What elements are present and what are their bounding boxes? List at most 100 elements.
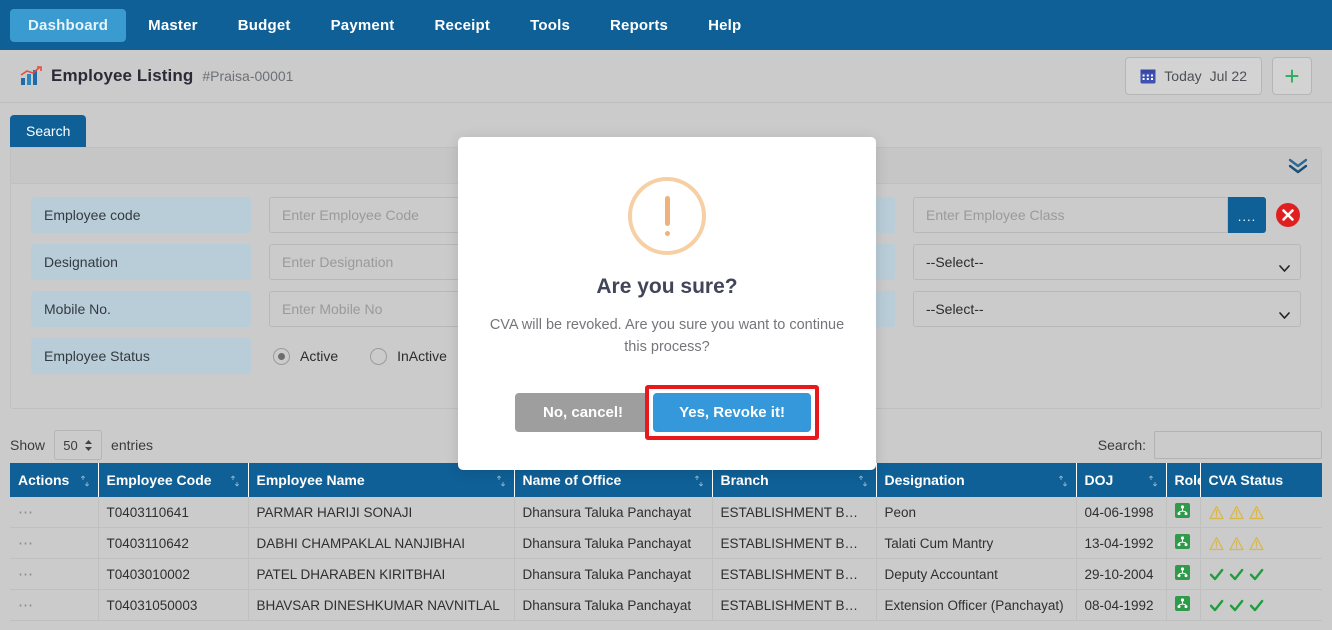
table-row[interactable]: ⋯ T04031050003 BHAVSAR DINESHKUMAR NAVNITL… xyxy=(10,589,1322,621)
cell-designation: Deputy Accountant xyxy=(876,558,1077,590)
label-employee-status: Employee Status xyxy=(31,338,251,374)
label-employee-code: Employee code xyxy=(31,197,251,233)
tab-search[interactable]: Search xyxy=(10,115,87,147)
check-icon xyxy=(1229,567,1244,582)
today-label: Today xyxy=(1164,68,1202,84)
role-badge-icon xyxy=(1174,596,1190,611)
nav-item-master[interactable]: Master xyxy=(130,9,216,42)
column-label-employee-name: Employee Name xyxy=(256,472,365,488)
nav-item-dashboard[interactable]: Dashboard xyxy=(10,8,127,42)
sort-arrows-icon xyxy=(858,474,868,487)
entries-label: entries xyxy=(111,437,154,453)
chevron-double-down-icon[interactable] xyxy=(1287,158,1309,174)
nav-item-reports[interactable]: Reports xyxy=(592,9,686,42)
select-filter-one[interactable]: --Select-- xyxy=(913,244,1301,280)
cva-status-icons xyxy=(1209,598,1315,613)
column-header-cva-status[interactable]: CVA Status xyxy=(1200,463,1322,497)
cell-actions[interactable]: ⋯ xyxy=(10,558,99,590)
spacer-cell-b xyxy=(913,338,1301,374)
label-mobile-no: Mobile No. xyxy=(31,291,251,327)
radio-inactive[interactable] xyxy=(370,347,388,365)
cell-name-of-office: Dhansura Taluka Panchayat xyxy=(514,497,713,528)
warning-icon xyxy=(1228,536,1244,551)
nav-item-budget[interactable]: Budget xyxy=(220,9,309,42)
top-navigation-bar: Dashboard Master Budget Payment Receipt … xyxy=(0,0,1332,50)
radio-active[interactable] xyxy=(273,347,290,365)
cell-employee-name: PATEL DHARABEN KIRITBHAI xyxy=(248,558,515,590)
header-actions: Today Jul 22 + xyxy=(1125,57,1312,95)
sort-arrows-icon xyxy=(230,474,240,487)
up-down-arrows-icon xyxy=(84,439,93,452)
column-label-actions: Actions xyxy=(18,472,70,488)
employee-table-body: ⋯ T0403110641 PARMAR HARIJI SONAJI Dhansura… xyxy=(10,497,1322,621)
check-icon xyxy=(1229,598,1244,613)
add-new-button[interactable]: + xyxy=(1272,57,1312,95)
column-header-doj[interactable]: DOJ xyxy=(1076,463,1167,497)
column-header-employee-code[interactable]: Employee Code xyxy=(98,463,249,497)
employee-class-lookup-button[interactable]: .... xyxy=(1228,197,1266,233)
cell-cva-status xyxy=(1200,527,1322,559)
warning-icon xyxy=(1248,536,1264,551)
no-cancel-button[interactable]: No, cancel! xyxy=(515,392,652,432)
cell-cva-status xyxy=(1200,589,1322,621)
table-row[interactable]: ⋯ T0403010002 PATEL DHARABEN KIRITBHAI Dhan… xyxy=(10,558,1322,590)
table-search-wrapper: Search: xyxy=(1098,431,1322,459)
role-badge-icon xyxy=(1174,503,1190,518)
cell-employee-name: PARMAR HARIJI SONAJI xyxy=(248,497,515,528)
column-label-cva-status: CVA Status xyxy=(1208,472,1284,488)
today-date-button[interactable]: Today Jul 22 xyxy=(1125,57,1262,95)
cell-actions[interactable]: ⋯ xyxy=(10,497,99,528)
cell-name-of-office: Dhansura Taluka Panchayat xyxy=(514,527,713,559)
column-header-role[interactable]: Role xyxy=(1166,463,1205,497)
warning-icon xyxy=(1208,536,1224,551)
cell-branch: ESTABLISHMENT BRANCH xyxy=(712,589,877,621)
cell-designation: Peon xyxy=(876,497,1077,528)
role-badge-icon xyxy=(1174,565,1190,580)
check-icon xyxy=(1249,598,1264,613)
nav-item-help[interactable]: Help xyxy=(690,9,759,42)
cell-doj: 04-06-1998 xyxy=(1076,497,1167,528)
sort-arrows-icon xyxy=(1148,474,1158,487)
column-header-designation[interactable]: Designation xyxy=(876,463,1077,497)
cell-branch: ESTABLISHMENT BRANCH xyxy=(712,527,877,559)
cell-actions[interactable]: ⋯ xyxy=(10,589,99,621)
sort-arrows-icon xyxy=(496,474,506,487)
cell-name-of-office: Dhansura Taluka Panchayat xyxy=(514,589,713,621)
column-header-actions[interactable]: Actions xyxy=(10,463,99,497)
column-label-employee-code: Employee Code xyxy=(106,472,212,488)
role-badge-icon xyxy=(1174,534,1190,549)
page-title: Employee Listing xyxy=(51,66,194,85)
nav-item-payment[interactable]: Payment xyxy=(313,9,413,42)
dialog-title: Are you sure? xyxy=(596,275,738,298)
cell-doj: 29-10-2004 xyxy=(1076,558,1167,590)
cell-actions[interactable]: ⋯ xyxy=(10,527,99,559)
table-search-input[interactable] xyxy=(1154,431,1322,459)
confirm-button-highlight: Yes, Revoke it! xyxy=(645,384,819,440)
cell-cva-status xyxy=(1200,497,1322,528)
table-row[interactable]: ⋯ T0403110641 PARMAR HARIJI SONAJI Dhansura… xyxy=(10,497,1322,528)
cell-employee-name: DABHI CHAMPAKLAL NANJIBHAI xyxy=(248,527,515,559)
column-label-branch: Branch xyxy=(720,472,769,488)
nav-item-tools[interactable]: Tools xyxy=(512,9,588,42)
cell-role xyxy=(1166,589,1201,621)
table-search-label: Search: xyxy=(1097,437,1146,453)
clear-filters-icon[interactable] xyxy=(1275,202,1301,228)
cell-employee-name: BHAVSAR DINESHKUMAR NAVNITLAL xyxy=(248,589,515,621)
cell-doj: 13-04-1992 xyxy=(1076,527,1167,559)
exclamation-bar xyxy=(664,196,670,226)
select-filter-one-value: --Select-- xyxy=(926,254,984,270)
yes-revoke-button[interactable]: Yes, Revoke it! xyxy=(653,392,811,432)
radio-inactive-label: InActive xyxy=(397,348,447,364)
entries-per-page-select[interactable]: 50 xyxy=(54,430,103,460)
warning-icon xyxy=(1228,505,1244,520)
employee-table: Actions Employee Code Employee Name Name… xyxy=(10,463,1322,621)
confirm-revoke-dialog: Are you sure? CVA will be revoked. Are y… xyxy=(458,137,876,470)
nav-item-receipt[interactable]: Receipt xyxy=(417,9,509,42)
input-employee-class[interactable]: Enter Employee Class xyxy=(913,197,1228,233)
select-filter-two[interactable]: --Select-- xyxy=(913,291,1301,327)
table-row[interactable]: ⋯ T0403110642 DABHI CHAMPAKLAL NANJIBHAI Dh… xyxy=(10,527,1322,559)
dialog-buttons: No, cancel! Yes, Revoke it! xyxy=(515,384,819,440)
cell-role xyxy=(1166,497,1201,528)
chart-icon xyxy=(20,66,42,86)
today-date-value: Jul 22 xyxy=(1209,68,1247,84)
